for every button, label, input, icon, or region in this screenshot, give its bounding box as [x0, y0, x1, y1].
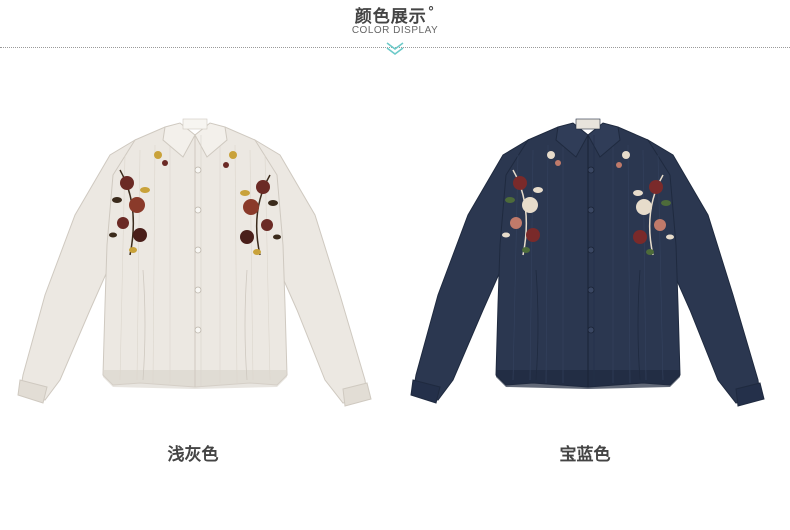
section-subtitle: COLOR DISPLAY	[351, 25, 439, 36]
color-label-navy: 宝蓝色	[559, 445, 611, 465]
color-label-light-grey: 浅灰色	[167, 445, 219, 465]
shirt-light-grey-image	[17, 118, 372, 407]
double-chevron-down-icon	[386, 42, 404, 55]
section-title-mark: °	[427, 5, 436, 20]
product-light-grey[interactable]	[15, 95, 375, 425]
section-title: 颜色展示°	[0, 2, 790, 27]
product-navy[interactable]	[408, 95, 768, 425]
shirt-navy-image	[410, 118, 765, 407]
section-title-text: 颜色展示	[354, 7, 427, 27]
section-header: 颜色展示° COLOR DISPLAY	[0, 0, 790, 60]
